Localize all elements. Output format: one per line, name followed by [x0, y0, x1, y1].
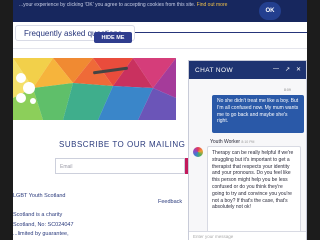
chat-header: CHAT NOW — ↗ ✕ [189, 61, 306, 79]
close-icon[interactable]: ✕ [296, 66, 301, 73]
section-divider [13, 48, 307, 49]
footer-line: LGBT Youth Scotland [13, 193, 66, 199]
chat-window: CHAT NOW — ↗ ✕ 8:09 No she didn't treat … [188, 60, 307, 240]
worker-avatar [193, 147, 203, 157]
cookie-ok-button[interactable]: OK [259, 2, 281, 20]
chat-message-input[interactable]: Enter your message [189, 231, 306, 240]
popout-icon[interactable]: ↗ [285, 66, 290, 73]
cookie-banner: ...your experience by clicking 'OK' you … [13, 0, 307, 22]
browser-screen: ...your experience by clicking 'OK' you … [13, 0, 307, 240]
user-message: No she didn't treat me like a boy. But I… [212, 95, 304, 133]
minimize-icon[interactable]: — [273, 66, 279, 72]
footer-text: LGBT Youth Scotland Scotland is a charit… [13, 192, 93, 240]
hide-me-button[interactable]: HIDE ME [94, 32, 132, 43]
cookie-text: ...your experience by clicking 'OK' you … [19, 2, 196, 8]
cookie-link[interactable]: Find out more [197, 2, 228, 8]
worker-message: Therapy can be really helpful if we're s… [207, 146, 301, 236]
footer-line: Scotland, No: SC024047 [13, 221, 74, 228]
subscribe-heading: SUBSCRIBE TO OUR MAILING LIST [59, 140, 208, 149]
footer-line: ...limited by guarantee, [13, 231, 69, 237]
chat-title: CHAT NOW [195, 67, 233, 74]
footer-line [13, 202, 93, 212]
email-input[interactable]: Email [55, 158, 185, 174]
worker-name: Youth Worker [210, 139, 241, 145]
faq-underline [135, 32, 307, 33]
footer-line: Scotland is a charity [13, 212, 63, 218]
organisation-logo-icon [16, 73, 36, 104]
worker-label: Youth Worker 8:10 PM [210, 139, 254, 145]
user-timestamp: 8:09 [284, 88, 291, 92]
worker-timestamp: 8:10 PM [241, 140, 255, 144]
device-bezel: ...your experience by clicking 'OK' you … [0, 0, 320, 240]
feedback-link[interactable]: Feedback [158, 199, 182, 205]
